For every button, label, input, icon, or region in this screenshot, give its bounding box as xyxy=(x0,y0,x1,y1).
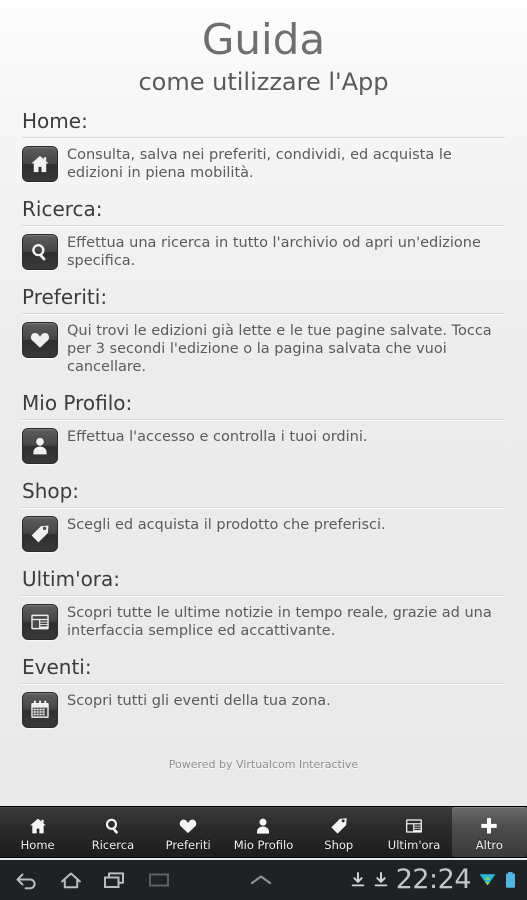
newspaper-icon xyxy=(22,604,58,640)
calendar-icon xyxy=(22,692,58,728)
powered-by-credit: Powered by Virtualcom Interactive xyxy=(168,758,359,771)
section-body: Effettua l'accesso e controlla i tuoi or… xyxy=(22,427,505,476)
section-heading: Preferiti: xyxy=(22,284,505,314)
system-status-area[interactable]: 22:24 xyxy=(350,865,527,895)
guide-section-eventi: Eventi: Scopri tutti gli eventi della tu… xyxy=(22,654,505,740)
section-body: Scopri tutte le ultime notizie in tempo … xyxy=(22,603,505,652)
tab-ricerca[interactable]: Ricerca xyxy=(75,807,150,857)
section-heading: Ultim'ora: xyxy=(22,566,505,596)
section-body: Consulta, salva nei preferiti, condividi… xyxy=(22,145,505,194)
section-text: Effettua l'accesso e controlla i tuoi or… xyxy=(67,429,368,445)
guide-screen: Guida come utilizzare l'App Home: Consul… xyxy=(0,0,527,806)
guide-section-home: Home: Consulta, salva nei preferiti, con… xyxy=(22,108,505,194)
person-icon xyxy=(253,815,273,837)
section-heading: Eventi: xyxy=(22,654,505,684)
guide-section-mio-profilo: Mio Profilo: Effettua l'accesso e contro… xyxy=(22,390,505,476)
download-icon xyxy=(350,870,366,890)
section-text: Consulta, salva nei preferiti, condividi… xyxy=(67,147,452,181)
guide-section-preferiti: Preferiti: Qui trovi le edizioni già let… xyxy=(22,284,505,388)
tab-label: Altro xyxy=(475,837,503,852)
plus-icon xyxy=(479,815,499,837)
chevron-up-icon[interactable] xyxy=(244,870,278,890)
tab-shop[interactable]: Shop xyxy=(301,807,376,857)
tab-altro[interactable]: Altro xyxy=(451,807,527,857)
tab-mio-profilo[interactable]: Mio Profilo xyxy=(226,807,301,857)
tag-icon xyxy=(329,815,349,837)
section-heading: Mio Profilo: xyxy=(22,390,505,420)
guide-sections-list: Home: Consulta, salva nei preferiti, con… xyxy=(0,108,527,740)
section-text: Effettua una ricerca in tutto l'archivio… xyxy=(67,235,481,269)
section-body: Qui trovi le edizioni già lette e le tue… xyxy=(22,321,505,388)
section-heading: Home: xyxy=(22,108,505,138)
section-body: Scopri tutti gli eventi della tua zona. xyxy=(22,691,505,740)
search-icon xyxy=(22,234,58,270)
back-icon[interactable] xyxy=(14,869,40,891)
guide-section-ultimora: Ultim'ora: Scopri tutte le ultime notizi… xyxy=(22,566,505,652)
heart-icon xyxy=(178,815,198,837)
page-subtitle: come utilizzare l'App xyxy=(138,68,389,96)
android-system-bar: 22:24 xyxy=(0,860,527,900)
section-body: Effettua una ricerca in tutto l'archivio… xyxy=(22,233,505,282)
wifi-icon xyxy=(478,870,497,890)
section-text: Scopri tutte le ultime notizie in tempo … xyxy=(67,605,492,639)
guide-section-ricerca: Ricerca: Effettua una ricerca in tutto l… xyxy=(22,196,505,282)
section-text: Scopri tutti gli eventi della tua zona. xyxy=(67,693,331,709)
tab-label: Ultim'ora xyxy=(387,837,441,852)
section-heading: Shop: xyxy=(22,478,505,508)
section-body: Scegli ed acquista il prodotto che prefe… xyxy=(22,515,505,564)
tab-label: Mio Profilo xyxy=(233,837,294,852)
tab-label: Shop xyxy=(324,837,354,852)
home-icon[interactable] xyxy=(58,869,84,891)
download-icon xyxy=(373,870,389,890)
section-text: Scegli ed acquista il prodotto che prefe… xyxy=(67,517,386,533)
section-text: Qui trovi le edizioni già lette e le tue… xyxy=(67,323,492,375)
screenshot-icon[interactable] xyxy=(146,869,172,891)
tab-home[interactable]: Home xyxy=(0,807,75,857)
home-icon xyxy=(28,815,48,837)
guide-section-shop: Shop: Scegli ed acquista il prodotto che… xyxy=(22,478,505,564)
system-center-area xyxy=(172,870,350,890)
tab-preferiti[interactable]: Preferiti xyxy=(151,807,226,857)
tab-label: Ricerca xyxy=(91,837,135,852)
search-icon xyxy=(103,815,123,837)
battery-icon xyxy=(504,870,517,890)
page-title: Guida xyxy=(201,15,326,64)
tab-ultimora[interactable]: Ultim'ora xyxy=(376,807,451,857)
tab-label: Home xyxy=(20,837,55,852)
recents-icon[interactable] xyxy=(102,869,128,891)
section-heading: Ricerca: xyxy=(22,196,505,226)
home-icon xyxy=(22,146,58,182)
clock: 22:24 xyxy=(395,864,472,895)
system-nav-buttons xyxy=(0,869,172,891)
tag-icon xyxy=(22,516,58,552)
heart-icon xyxy=(22,322,58,358)
newspaper-icon xyxy=(404,815,424,837)
page-header: Guida come utilizzare l'App xyxy=(0,0,527,98)
tab-label: Preferiti xyxy=(165,837,211,852)
bottom-tabbar: Home Ricerca Preferiti Mio Profilo Shop xyxy=(0,806,527,858)
person-icon xyxy=(22,428,58,464)
